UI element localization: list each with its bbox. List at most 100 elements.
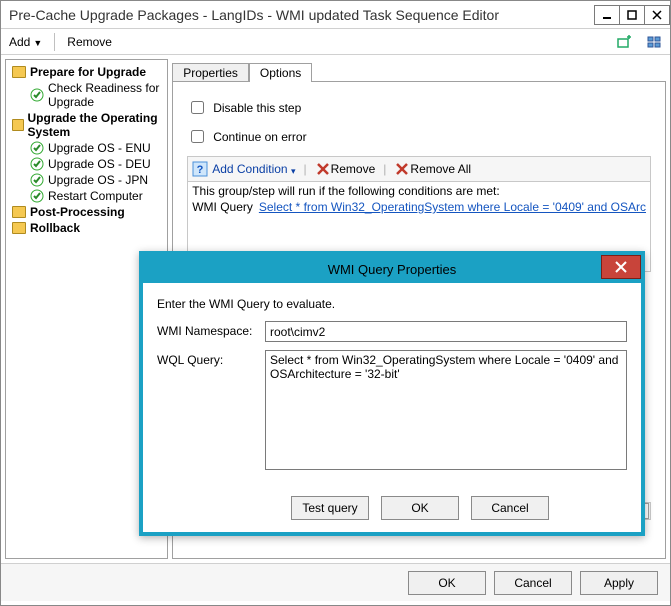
new-group-icon bbox=[616, 34, 632, 50]
disable-step-label: Disable this step bbox=[213, 101, 301, 115]
continue-on-error-input[interactable] bbox=[191, 130, 204, 143]
group-label: Upgrade the Operating System bbox=[28, 111, 168, 139]
step-check-readiness[interactable]: Check Readiness for Upgrade bbox=[8, 80, 167, 110]
apply-label: Apply bbox=[604, 576, 634, 590]
folder-icon bbox=[12, 206, 26, 218]
cancel-label: Cancel bbox=[514, 576, 551, 590]
step-label: Upgrade OS - JPN bbox=[48, 173, 148, 187]
continue-on-error-checkbox[interactable]: Continue on error bbox=[187, 127, 651, 146]
cancel-button[interactable]: Cancel bbox=[494, 571, 572, 595]
namespace-label: WMI Namespace: bbox=[157, 321, 265, 338]
condition-toolbar: ? Add Condition ▾ | Remove | Remove All bbox=[187, 156, 651, 182]
check-icon bbox=[30, 157, 44, 171]
check-icon bbox=[30, 141, 44, 155]
close-button[interactable] bbox=[644, 5, 670, 25]
condition-message: This group/step will run if the followin… bbox=[192, 184, 646, 198]
test-query-label: Test query bbox=[302, 501, 357, 515]
wql-row: WQL Query: bbox=[157, 350, 627, 470]
add-condition-label: Add Condition bbox=[212, 162, 287, 176]
namespace-row: WMI Namespace: bbox=[157, 321, 627, 342]
minimize-button[interactable] bbox=[594, 5, 620, 25]
dialog-button-bar: OK Cancel Apply bbox=[1, 563, 670, 601]
condition-link[interactable]: Select * from Win32_OperatingSystem wher… bbox=[259, 200, 646, 214]
sequence-icon bbox=[646, 34, 662, 50]
step-label: Restart Computer bbox=[48, 189, 143, 203]
group-upgrade-os[interactable]: Upgrade the Operating System bbox=[8, 110, 167, 140]
dialog-body: Enter the WMI Query to evaluate. WMI Nam… bbox=[143, 283, 641, 488]
folder-icon bbox=[12, 66, 26, 78]
remove-all-label: Remove All bbox=[410, 162, 471, 176]
folder-icon bbox=[12, 222, 26, 234]
ok-button[interactable]: OK bbox=[408, 571, 486, 595]
condition-row[interactable]: WMI Query Select * from Win32_OperatingS… bbox=[192, 198, 646, 214]
separator bbox=[54, 33, 55, 51]
svg-text:?: ? bbox=[197, 164, 204, 176]
maximize-button[interactable] bbox=[619, 5, 645, 25]
step-restart[interactable]: Restart Computer bbox=[8, 188, 167, 204]
delete-icon bbox=[394, 161, 410, 177]
dialog-cancel-label: Cancel bbox=[491, 501, 528, 515]
group-post-processing[interactable]: Post-Processing bbox=[8, 204, 167, 220]
close-icon bbox=[652, 10, 662, 20]
dialog-close-button[interactable] bbox=[601, 255, 641, 279]
tab-options[interactable]: Options bbox=[249, 63, 312, 82]
test-query-button[interactable]: Test query bbox=[291, 496, 369, 520]
toolbar-icon-2[interactable] bbox=[642, 32, 666, 52]
wql-textarea[interactable] bbox=[265, 350, 627, 470]
group-label: Rollback bbox=[30, 221, 80, 235]
remove-all-button[interactable]: Remove All bbox=[394, 161, 471, 177]
apply-button[interactable]: Apply bbox=[580, 571, 658, 595]
close-icon bbox=[615, 261, 627, 273]
group-prepare[interactable]: Prepare for Upgrade bbox=[8, 64, 167, 80]
wql-label: WQL Query: bbox=[157, 350, 265, 367]
group-label: Prepare for Upgrade bbox=[30, 65, 146, 79]
check-icon bbox=[30, 173, 44, 187]
dialog-cancel-button[interactable]: Cancel bbox=[471, 496, 549, 520]
check-icon bbox=[30, 88, 44, 102]
remove-label: Remove bbox=[67, 35, 112, 49]
ok-label: OK bbox=[438, 576, 455, 590]
separator: | bbox=[303, 162, 306, 176]
maximize-icon bbox=[627, 10, 637, 20]
tab-label: Options bbox=[260, 66, 301, 80]
remove-condition-button[interactable]: Remove bbox=[315, 161, 376, 177]
dropdown-icon: ▼ bbox=[33, 38, 42, 48]
remove-condition-label: Remove bbox=[331, 162, 376, 176]
window-titlebar: Pre-Cache Upgrade Packages - LangIDs - W… bbox=[1, 1, 670, 29]
dialog-titlebar[interactable]: WMI Query Properties bbox=[143, 255, 641, 283]
separator: | bbox=[383, 162, 386, 176]
condition-type: WMI Query bbox=[192, 200, 253, 214]
dropdown-icon: ▾ bbox=[291, 166, 296, 176]
step-upgrade-enu[interactable]: Upgrade OS - ENU bbox=[8, 140, 167, 156]
dialog-ok-button[interactable]: OK bbox=[381, 496, 459, 520]
tab-label: Properties bbox=[183, 66, 238, 80]
continue-on-error-label: Continue on error bbox=[213, 130, 306, 144]
step-upgrade-jpn[interactable]: Upgrade OS - JPN bbox=[8, 172, 167, 188]
folder-icon bbox=[12, 119, 24, 131]
dialog-button-row: Test query OK Cancel bbox=[143, 488, 641, 532]
window-title: Pre-Cache Upgrade Packages - LangIDs - W… bbox=[9, 7, 595, 23]
disable-step-input[interactable] bbox=[191, 101, 204, 114]
window-controls bbox=[595, 5, 670, 25]
group-label: Post-Processing bbox=[30, 205, 125, 219]
tab-strip: Properties Options bbox=[172, 59, 666, 81]
help-icon: ? bbox=[192, 161, 208, 177]
disable-step-checkbox[interactable]: Disable this step bbox=[187, 98, 651, 117]
toolbar: Add ▼ Remove bbox=[1, 29, 670, 55]
group-rollback[interactable]: Rollback bbox=[8, 220, 167, 236]
namespace-input[interactable] bbox=[265, 321, 627, 342]
step-label: Upgrade OS - DEU bbox=[48, 157, 151, 171]
wmi-query-dialog: WMI Query Properties Enter the WMI Query… bbox=[139, 251, 645, 536]
add-menu[interactable]: Add ▼ bbox=[5, 33, 46, 51]
minimize-icon bbox=[602, 10, 612, 20]
remove-button[interactable]: Remove bbox=[63, 33, 116, 51]
dialog-intro: Enter the WMI Query to evaluate. bbox=[157, 297, 627, 311]
check-icon bbox=[30, 189, 44, 203]
add-condition-menu[interactable]: Add Condition ▾ bbox=[212, 162, 295, 176]
toolbar-icon-1[interactable] bbox=[612, 32, 636, 52]
tab-properties[interactable]: Properties bbox=[172, 63, 249, 82]
dialog-title: WMI Query Properties bbox=[328, 262, 457, 277]
step-upgrade-deu[interactable]: Upgrade OS - DEU bbox=[8, 156, 167, 172]
add-label: Add bbox=[9, 35, 30, 49]
step-label: Upgrade OS - ENU bbox=[48, 141, 151, 155]
